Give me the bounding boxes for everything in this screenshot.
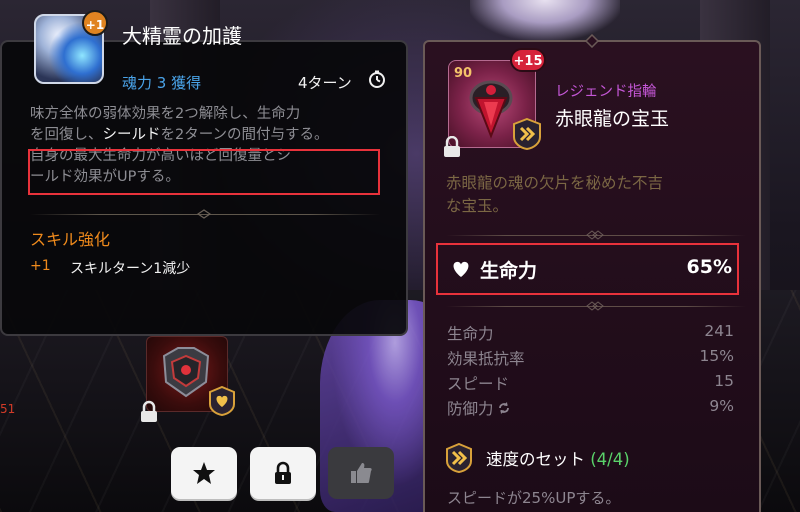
skill-enhance-badge: +1 <box>82 10 108 36</box>
divider-ornament <box>586 301 604 311</box>
equipment-enhance-badge: +15 <box>510 48 546 72</box>
lock-icon <box>275 461 291 484</box>
equipment-desc-line: 赤眼龍の魂の欠片を秘めた不吉 <box>446 174 664 192</box>
side-number: 51 <box>0 402 16 416</box>
equipment-slot[interactable] <box>138 336 235 426</box>
speed-set-icon <box>513 118 541 150</box>
sub-stat-value: 241 <box>704 322 734 340</box>
shield-keyword: シールド <box>102 127 161 143</box>
soul-gain-text: 魂力 3 獲得 <box>122 74 202 92</box>
armor-icon <box>162 347 210 398</box>
sub-stat-row: 防御力 9% <box>447 397 734 419</box>
skill-enhance-title: スキル強化 <box>30 230 111 249</box>
star-icon <box>193 462 215 484</box>
sub-stat-label: 効果抵抗率 <box>447 350 525 368</box>
equipment-name: 赤眼龍の宝玉 <box>555 108 670 130</box>
sub-stat-value: 15 <box>714 372 734 390</box>
lock-button[interactable] <box>250 447 316 499</box>
equipment-desc-line: な宝玉。 <box>446 197 509 215</box>
main-stat-label: 生命力 <box>480 260 538 282</box>
clock-icon <box>369 70 385 88</box>
set-effect-title: 速度のセット (4/4) <box>486 450 630 469</box>
equipment-type: レジェンド指輪 <box>555 84 657 100</box>
sub-stat-value: 15% <box>699 347 734 365</box>
main-stat-value: 65% <box>686 256 732 278</box>
divider-ornament <box>197 209 211 219</box>
equipment-icon-frame: 90 <box>444 60 544 157</box>
sub-stat-row: 生命力 241 <box>447 322 734 344</box>
sub-stat-label: 生命力 <box>447 325 494 343</box>
lock-icon <box>444 136 460 157</box>
highlight-box <box>28 149 380 195</box>
cooldown-text: 4ターン <box>298 74 352 92</box>
skill-desc-line: 味方全体の弱体効果を2つ解除し、生命力 <box>30 106 301 122</box>
recommend-button[interactable] <box>328 447 394 499</box>
sub-stat-row: スピード 15 <box>447 372 734 394</box>
sub-stat-label: スピード <box>447 375 510 393</box>
heart-icon <box>453 261 469 277</box>
skill-desc-line: を回復し、シールドを2ターンの間付与する。 <box>30 127 329 143</box>
set-effect-description: スピードが25%UPする。 <box>447 489 621 507</box>
set-count: (4/4) <box>590 450 630 469</box>
thumbs-up-icon <box>351 463 372 483</box>
lock-icon <box>141 400 157 422</box>
sub-stat-row: 効果抵抗率 15% <box>447 347 734 369</box>
skill-name: 大精霊の加護 <box>122 24 242 48</box>
sub-stat-label: 防御力 <box>447 397 511 419</box>
divider-ornament <box>586 230 604 240</box>
equipment-description: 赤眼龍の魂の欠片を秘めた不吉 な宝玉。 <box>446 172 746 218</box>
skill-enhance-level: +1 <box>30 258 51 274</box>
heart-set-icon <box>209 386 235 416</box>
sub-stat-value: 9% <box>709 397 734 415</box>
skill-enhance-text: スキルターン1減少 <box>70 261 191 277</box>
favorite-button[interactable] <box>171 447 237 499</box>
speed-set-icon <box>446 443 472 473</box>
reforge-icon <box>498 402 509 414</box>
card-top-ornament <box>574 34 610 48</box>
